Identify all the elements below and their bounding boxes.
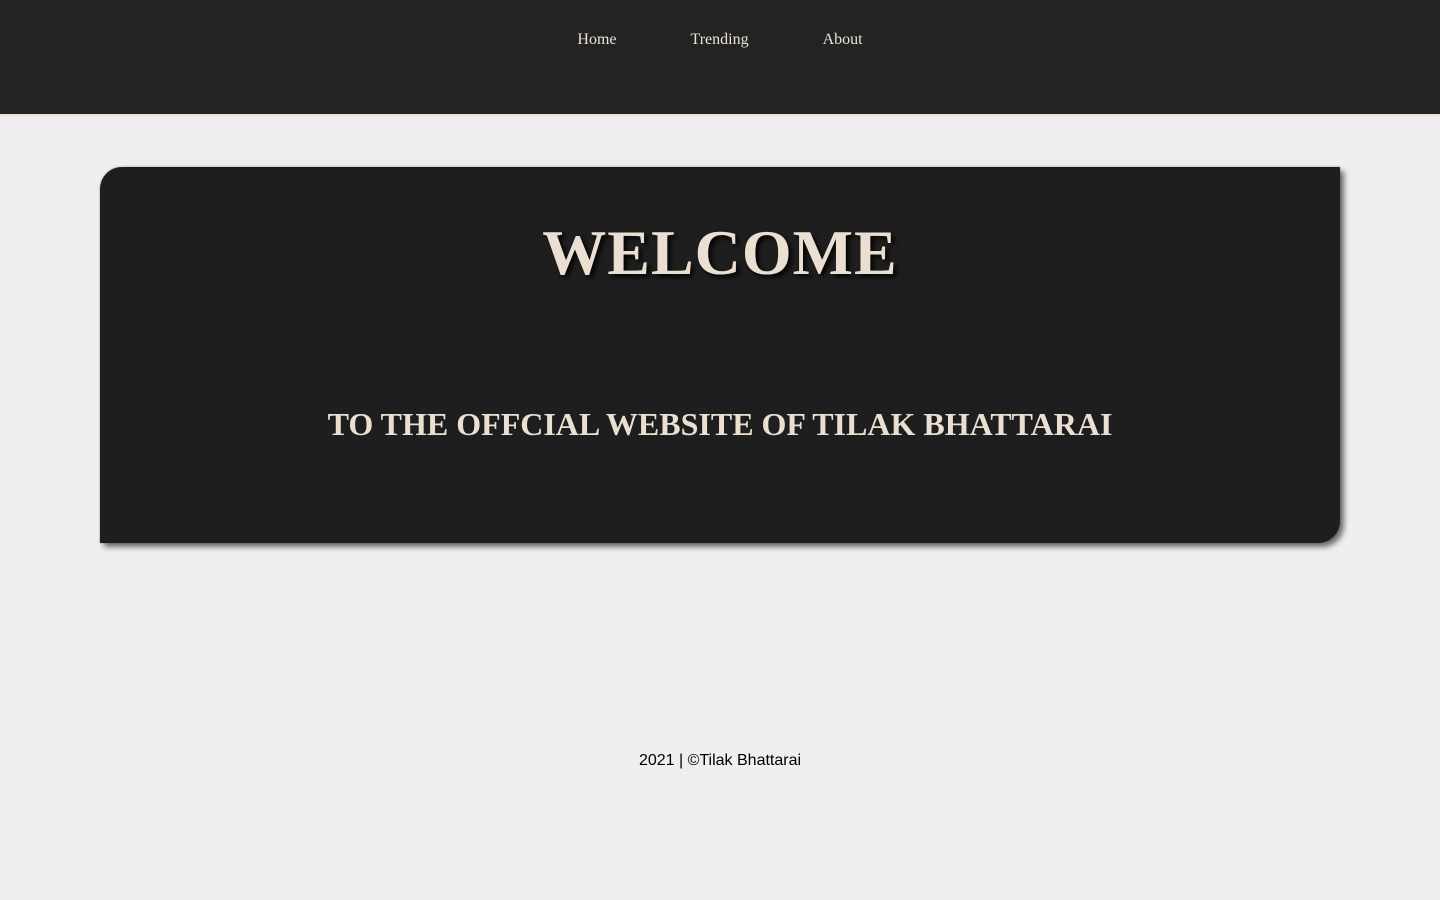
hero-subtitle: TO THE OFFCIAL WEBSITE OF TILAK BHATTARA…	[327, 406, 1113, 442]
nav-link-home[interactable]: Home	[577, 29, 616, 51]
welcome-hero-card: WELCOME TO THE OFFCIAL WEBSITE OF TILAK …	[100, 167, 1340, 543]
top-navbar: Home Trending About	[0, 0, 1440, 116]
nav-link-about[interactable]: About	[823, 29, 863, 51]
nav-link-trending[interactable]: Trending	[691, 29, 749, 51]
main-nav: Home Trending About	[0, 29, 1440, 51]
footer-copyright: 2021 | ©Tilak Bhattarai	[638, 752, 802, 769]
hero-title: WELCOME	[542, 217, 898, 288]
